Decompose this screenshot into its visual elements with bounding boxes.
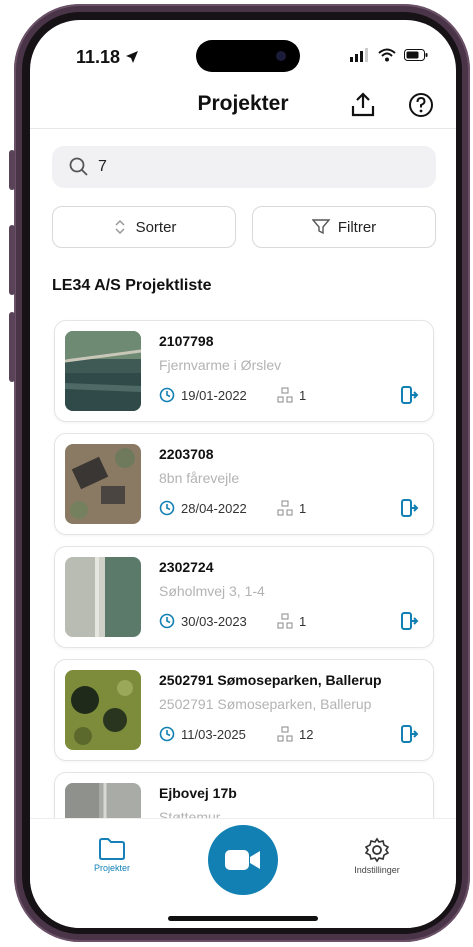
- project-id: 2203708: [159, 446, 214, 462]
- project-id: 2502791 Sømoseparken, Ballerup: [159, 672, 382, 688]
- project-card[interactable]: 2107798 Fjernvarme i Ørslev 19/01-2022 1: [54, 320, 434, 422]
- header-divider: [30, 128, 456, 129]
- project-count-text: 12: [299, 726, 314, 742]
- sort-button[interactable]: Sorter: [52, 206, 236, 248]
- project-thumbnail: [65, 783, 141, 818]
- project-date-text: 11/03-2025: [181, 726, 246, 742]
- layers-icon: [277, 500, 293, 516]
- app-screen: 11.18 Projekter 7 Sorter Filtrer LE34 A/…: [30, 20, 456, 928]
- clock-icon: [159, 387, 175, 403]
- exit-icon[interactable]: [399, 385, 419, 405]
- status-time: 11.18: [76, 47, 139, 68]
- project-thumbnail: [65, 331, 141, 411]
- search-input[interactable]: [98, 146, 418, 188]
- tab-bar: Projekter Indstillinger: [30, 818, 456, 928]
- dynamic-island: [196, 40, 300, 72]
- location-arrow-icon: [126, 51, 139, 63]
- exit-icon[interactable]: [399, 724, 419, 744]
- project-date: 11/03-2025: [159, 726, 246, 742]
- camera-dot: [276, 51, 286, 61]
- page-title: Projekter: [197, 92, 289, 115]
- project-thumbnail: [65, 444, 141, 524]
- signal-icon: [350, 48, 368, 62]
- project-subtitle: Fjernvarme i Ørslev: [159, 357, 282, 373]
- time-text: 11.18: [76, 47, 121, 67]
- project-card[interactable]: 2502791 Sømoseparken, Ballerup 2502791 S…: [54, 659, 434, 761]
- project-count-text: 1: [299, 387, 307, 403]
- exit-icon[interactable]: [399, 498, 419, 518]
- project-count-text: 1: [299, 613, 307, 629]
- tab-projects-label: Projekter: [93, 863, 130, 873]
- filter-label: Filtrer: [337, 218, 377, 236]
- video-camera-icon: [225, 850, 260, 870]
- help-icon[interactable]: [406, 90, 436, 120]
- phone-volume-down: [9, 312, 15, 382]
- clock-icon: [159, 726, 175, 742]
- project-count: 1: [277, 387, 306, 403]
- status-icons: [350, 48, 428, 62]
- project-count: 1: [277, 613, 306, 629]
- wifi-icon: [378, 48, 396, 62]
- project-card[interactable]: 2302724 Søholmvej 3, 1-4 30/03-2023 1: [54, 546, 434, 648]
- project-card[interactable]: Ejbovej 17b Støttemur: [54, 772, 434, 818]
- project-subtitle: 8bn fårevejle: [159, 470, 240, 486]
- phone-side-button: [9, 150, 15, 190]
- search-icon: [69, 157, 88, 176]
- project-card[interactable]: 2203708 8bn fårevejle 28/04-2022 1: [54, 433, 434, 535]
- project-list: 2107798 Fjernvarme i Ørslev 19/01-2022 1: [30, 318, 456, 818]
- layers-icon: [277, 726, 293, 742]
- project-subtitle: Støttemur: [159, 809, 221, 818]
- filter-button[interactable]: Filtrer: [252, 206, 436, 248]
- tab-projects[interactable]: Projekter: [82, 837, 142, 873]
- project-date: 30/03-2023: [159, 613, 247, 629]
- exit-icon[interactable]: [399, 611, 419, 631]
- list-title: LE34 A/S Projektliste: [52, 277, 212, 294]
- battery-icon: [404, 49, 428, 61]
- project-date: 19/01-2022: [159, 387, 247, 403]
- home-indicator: [168, 916, 318, 921]
- layers-icon: [277, 613, 293, 629]
- project-date: 28/04-2022: [159, 500, 247, 516]
- project-date-text: 28/04-2022: [181, 500, 247, 516]
- phone-volume-up: [9, 225, 15, 295]
- project-thumbnail: [65, 670, 141, 750]
- project-id: 2107798: [159, 333, 214, 349]
- layers-icon: [277, 387, 293, 403]
- project-id: 2302724: [159, 559, 214, 575]
- project-date-text: 19/01-2022: [181, 387, 247, 403]
- sort-icon: [115, 219, 125, 235]
- tab-settings[interactable]: Indstillinger: [342, 837, 412, 875]
- filter-icon: [311, 219, 330, 235]
- upload-icon[interactable]: [348, 90, 378, 120]
- search-bar[interactable]: [52, 146, 436, 188]
- gear-icon: [364, 837, 390, 863]
- tab-settings-label: Indstillinger: [354, 865, 400, 875]
- project-count: 1: [277, 500, 306, 516]
- project-thumbnail: [65, 557, 141, 637]
- clock-icon: [159, 613, 175, 629]
- project-count-text: 1: [299, 500, 307, 516]
- project-count: 12: [277, 726, 313, 742]
- project-subtitle: Søholmvej 3, 1-4: [159, 583, 265, 599]
- project-id: Ejbovej 17b: [159, 785, 237, 801]
- clock-icon: [159, 500, 175, 516]
- folder-icon: [99, 838, 125, 860]
- status-bar: 11.18: [30, 20, 456, 90]
- sort-label: Sorter: [135, 218, 177, 236]
- project-subtitle: 2502791 Sømoseparken, Ballerup: [159, 696, 372, 712]
- record-video-button[interactable]: [208, 825, 278, 895]
- project-date-text: 30/03-2023: [181, 613, 247, 629]
